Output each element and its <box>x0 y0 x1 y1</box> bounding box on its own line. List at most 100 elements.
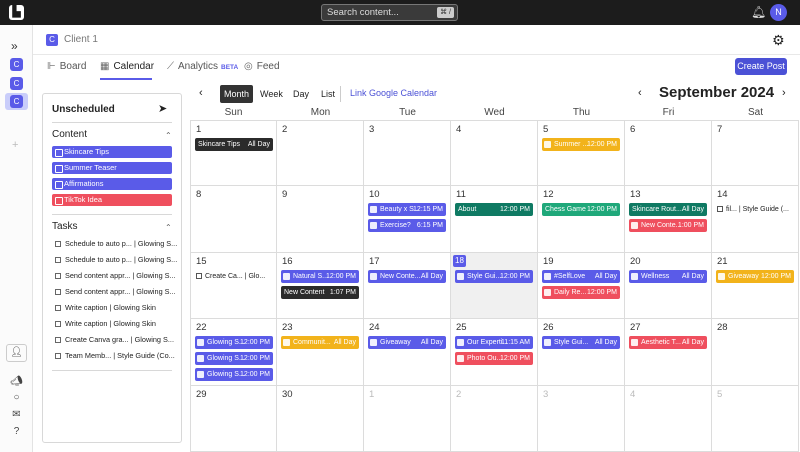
calendar-event[interactable]: Exercise? 6:15 PM <box>368 219 446 233</box>
prev-month-icon[interactable]: ‹ <box>638 87 642 99</box>
calendar-day-cell[interactable]: 2 <box>277 120 364 187</box>
task-item[interactable]: Schedule to auto p... | Glowing S... <box>55 239 177 248</box>
task-checkbox[interactable] <box>55 257 61 263</box>
task-item[interactable]: Write caption | Glowing Skin <box>55 303 177 312</box>
calendar-event[interactable]: Our Experti... 11:15 AM <box>455 336 533 350</box>
calendar-day-cell[interactable]: 8 <box>190 186 277 253</box>
link-google-calendar[interactable]: Link Google Calendar <box>350 88 437 98</box>
tab-analytics[interactable]: ⟋ Analytics BETA <box>167 61 238 72</box>
calendar-event[interactable]: Skincare Tips All Day <box>195 138 273 151</box>
calendar-day-cell[interactable]: 29 <box>190 385 277 452</box>
calendar-event[interactable]: Glowing S... 12:00 PM <box>195 336 273 350</box>
task-item[interactable]: Send content appr... | Glowing S... <box>55 287 177 296</box>
calendar-day-cell[interactable]: 20 Wellness All Day <box>625 252 712 320</box>
calendar-day-cell[interactable]: 16 Natural S... 12:00 PM New Content 1:07 PM <box>277 252 364 320</box>
calendar-day-cell[interactable]: 27 Aesthetic T... All Day <box>625 319 712 386</box>
tab-board[interactable]: ⊩ Board <box>47 61 86 72</box>
task-checkbox[interactable] <box>55 353 61 359</box>
view-week-button[interactable]: Week <box>256 85 287 103</box>
rail-client-3[interactable]: C <box>5 93 28 110</box>
task-item[interactable]: Send content appr... | Glowing S... <box>55 271 177 280</box>
calendar-day-cell[interactable]: 28 <box>712 319 799 386</box>
calendar-day-cell[interactable]: 3 <box>538 385 625 452</box>
chevron-left-icon[interactable]: ‹ <box>199 87 203 99</box>
calendar-day-cell[interactable]: 21 Giveaway 12:00 PM <box>712 252 799 320</box>
calendar-event[interactable]: New Conte... 1:00 PM <box>629 219 707 233</box>
calendar-day-cell[interactable]: 5 <box>712 385 799 452</box>
tab-feed[interactable]: ◎ Feed <box>244 61 280 72</box>
calendar-day-cell[interactable]: 5 Summer ... 12:00 PM <box>538 120 625 187</box>
calendar-day-cell[interactable]: 12 Chess Game 12:00 PM <box>538 186 625 253</box>
task-checkbox[interactable] <box>196 272 202 279</box>
calendar-day-cell[interactable]: 25 Our Experti... 11:15 AM Photo Ou... 12:00… <box>451 319 538 386</box>
calendar-day-cell[interactable]: 3 <box>364 120 451 187</box>
task-checkbox[interactable] <box>55 321 61 327</box>
calendar-day-cell[interactable]: 2 <box>451 385 538 452</box>
unscheduled-content-item[interactable]: TikTok Idea <box>52 194 172 206</box>
view-day-button[interactable]: Day <box>289 85 313 103</box>
calendar-event[interactable]: About 12:00 PM <box>455 203 533 217</box>
calendar-event[interactable]: Glowing S... 12:00 PM <box>195 352 273 366</box>
unscheduled-content-item[interactable]: Affirmations <box>52 178 172 190</box>
task-item[interactable]: Create Canva gra... | Glowing S... <box>55 335 177 344</box>
help-icon[interactable]: ? <box>10 425 23 438</box>
calendar-event[interactable]: Photo Ou... 12:00 PM <box>455 352 533 366</box>
calendar-event[interactable]: Style Gui... All Day <box>542 336 620 350</box>
bell-icon[interactable]: 🔔︎ <box>751 5 766 19</box>
calendar-day-cell[interactable]: 14 fil... | Style Guide (... <box>712 186 799 253</box>
unscheduled-content-item[interactable]: Summer Teaser <box>52 162 172 174</box>
gear-icon[interactable]: ⚙ <box>772 32 785 49</box>
calendar-day-cell[interactable]: 30 <box>277 385 364 452</box>
task-checkbox[interactable] <box>55 337 61 343</box>
rail-client-1[interactable]: C <box>10 58 23 71</box>
task-item[interactable]: Write caption | Glowing Skin <box>55 319 177 328</box>
app-logo[interactable]: ▙ <box>9 5 24 20</box>
chat-icon[interactable]: ○ <box>10 391 23 404</box>
calendar-event[interactable]: Daily Re... 12:00 PM <box>542 285 620 299</box>
calendar-event[interactable]: Natural S... 12:00 PM <box>281 269 359 283</box>
calendar-day-cell[interactable]: 17 New Conte... All Day <box>364 252 451 320</box>
calendar-day-cell[interactable]: 1 <box>364 385 451 452</box>
calendar-event[interactable]: Giveaway All Day <box>368 336 446 350</box>
add-user-icon[interactable]: 👤︎ <box>6 344 27 362</box>
task-item[interactable]: Team Memb... | Style Guide (Co... <box>55 351 177 360</box>
avatar[interactable]: N <box>770 4 787 21</box>
calendar-event[interactable]: Skincare Rout... All Day <box>629 203 707 217</box>
task-item[interactable]: Schedule to auto p... | Glowing S... <box>55 255 177 264</box>
calendar-event[interactable]: Create Ca... | Glo... <box>195 270 275 283</box>
chevron-up-icon[interactable]: ⌃ <box>165 223 172 232</box>
view-list-button[interactable]: List <box>317 85 339 103</box>
calendar-day-cell[interactable]: 15 Create Ca... | Glo... <box>190 252 277 320</box>
client-name[interactable]: Client 1 <box>64 34 98 45</box>
create-post-button[interactable]: Create Post <box>735 58 787 75</box>
calendar-day-cell[interactable]: 10 Beauty x S... 12:15 PM Exercise? 6:15 PM <box>364 186 451 253</box>
mail-icon[interactable]: ✉ <box>10 408 23 421</box>
calendar-day-cell[interactable]: 7 <box>712 120 799 187</box>
task-checkbox[interactable] <box>717 206 723 213</box>
tab-calendar[interactable]: ▦ Calendar <box>100 61 154 72</box>
calendar-event[interactable]: New Conte... All Day <box>368 269 446 283</box>
calendar-day-cell[interactable]: 26 Style Gui... All Day <box>538 319 625 386</box>
megaphone-icon[interactable]: 📣︎ <box>10 375 23 388</box>
task-checkbox[interactable] <box>55 305 61 311</box>
task-checkbox[interactable] <box>55 289 61 295</box>
calendar-event[interactable]: Chess Game 12:00 PM <box>542 203 620 217</box>
add-client-icon[interactable]: + <box>12 139 18 151</box>
chevron-up-icon[interactable]: ⌃ <box>165 131 172 140</box>
next-month-icon[interactable]: › <box>782 87 786 99</box>
calendar-day-cell[interactable]: 18 Style Gui... 12:00 PM <box>451 252 538 320</box>
calendar-day-cell[interactable]: 13 Skincare Rout... All Day New Conte... 1:0… <box>625 186 712 253</box>
calendar-event[interactable]: New Content 1:07 PM <box>281 285 359 299</box>
calendar-event[interactable]: Aesthetic T... All Day <box>629 336 707 350</box>
calendar-event[interactable]: Summer ... 12:00 PM <box>542 138 620 151</box>
calendar-event[interactable]: Communit... All Day <box>281 336 359 350</box>
unscheduled-content-item[interactable]: Skincare Tips <box>52 146 172 158</box>
rail-client-2[interactable]: C <box>10 77 23 90</box>
calendar-day-cell[interactable]: 11 About 12:00 PM <box>451 186 538 253</box>
calendar-event[interactable]: fil... | Style Guide (... <box>716 203 796 216</box>
calendar-event[interactable]: #SelfLove All Day <box>542 269 620 283</box>
calendar-day-cell[interactable]: 6 <box>625 120 712 187</box>
calendar-event[interactable]: Glowing S... 12:00 PM <box>195 368 273 382</box>
calendar-day-cell[interactable]: 1 Skincare Tips All Day <box>190 120 277 187</box>
calendar-day-cell[interactable]: 4 <box>625 385 712 452</box>
